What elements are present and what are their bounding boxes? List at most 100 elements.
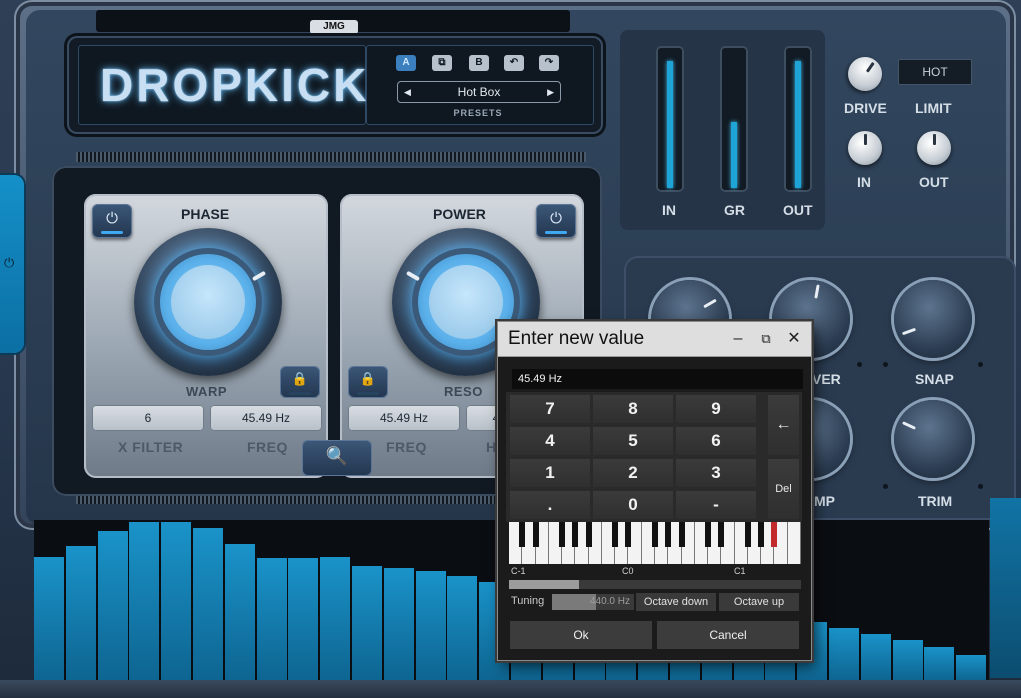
spectrum-bar — [415, 571, 446, 680]
key-5[interactable]: 5 — [593, 427, 673, 455]
spectrum-bar — [34, 557, 64, 680]
piano-black-key[interactable] — [559, 522, 566, 547]
piano-black-key[interactable] — [758, 522, 765, 547]
meter-out-label: OUT — [783, 202, 813, 218]
side-power-tab[interactable]: ⏻ — [0, 175, 24, 353]
redo-button[interactable]: ↷ — [539, 55, 559, 71]
left-freq-label: FREQ — [247, 439, 288, 455]
piano-black-key[interactable] — [771, 522, 778, 547]
preset-selector[interactable]: ◀ Hot Box ▶ — [397, 81, 561, 103]
tuning-value: 440.0 Hz — [589, 596, 630, 607]
bottom-rail — [0, 680, 1021, 698]
power-module-power-button[interactable]: ⏻ — [536, 204, 576, 238]
warp-label: WARP — [186, 384, 227, 399]
key-8[interactable]: 8 — [593, 395, 673, 423]
spectrum-bar — [383, 568, 414, 680]
power-title: POWER — [433, 206, 486, 222]
snap-knob[interactable] — [894, 280, 972, 358]
spectrum-bar — [256, 558, 287, 680]
preset-a-button[interactable]: A — [396, 55, 416, 71]
knob-dot — [978, 362, 983, 367]
key-1[interactable]: 1 — [510, 459, 590, 487]
piano-black-key[interactable] — [744, 522, 751, 547]
octave-label-c1: C1 — [734, 566, 746, 576]
dialog-title: Enter new value — [508, 328, 645, 349]
minimize-icon[interactable]: ‒ — [728, 328, 748, 350]
prev-preset-icon[interactable]: ◀ — [404, 82, 411, 102]
piano-black-key[interactable] — [585, 522, 592, 547]
next-preset-icon[interactable]: ▶ — [547, 82, 554, 102]
search-button[interactable]: 🔍 — [302, 440, 372, 476]
in-knob[interactable] — [848, 131, 882, 165]
del-button[interactable]: Del — [768, 459, 799, 519]
x-filter-value[interactable]: 6 — [92, 405, 204, 431]
key-dot[interactable]: . — [510, 491, 590, 519]
octave-down-button[interactable]: Octave down — [636, 593, 716, 611]
meter-gr-label: GR — [724, 202, 745, 218]
key-7[interactable]: 7 — [510, 395, 590, 423]
key-3[interactable]: 3 — [676, 459, 756, 487]
key-9[interactable]: 9 — [676, 395, 756, 423]
meter-out-fill — [795, 61, 801, 188]
value-input[interactable] — [512, 369, 803, 389]
right-edge-tab — [990, 498, 1021, 678]
lock-button-right[interactable]: 🔒 — [348, 366, 388, 398]
piano-black-key[interactable] — [572, 522, 579, 547]
restore-icon[interactable]: ⧉ — [756, 328, 776, 350]
piano-black-key[interactable] — [705, 522, 712, 547]
limit-mode-selector[interactable]: HOT — [898, 59, 972, 85]
knob-dot — [883, 484, 888, 489]
meter-gr — [720, 46, 748, 192]
close-icon[interactable]: ✕ — [784, 328, 804, 350]
piano-black-key[interactable] — [625, 522, 632, 547]
key-minus[interactable]: - — [676, 491, 756, 519]
piano-black-key[interactable] — [678, 522, 685, 547]
tuning-field[interactable]: 440.0 Hz — [552, 594, 634, 610]
key-2[interactable]: 2 — [593, 459, 673, 487]
phase-power-button[interactable]: ⏻ — [92, 204, 132, 238]
spectrum-bar — [320, 557, 351, 680]
piano-black-key[interactable] — [612, 522, 619, 547]
meter-out — [784, 46, 812, 192]
piano-black-key[interactable] — [519, 522, 526, 547]
out-knob[interactable] — [917, 131, 951, 165]
piano-black-key[interactable] — [718, 522, 725, 547]
ok-button[interactable]: Ok — [510, 621, 652, 649]
octave-label-c-1: C-1 — [511, 566, 526, 576]
piano-black-key[interactable] — [652, 522, 658, 547]
piano-keyboard[interactable] — [509, 522, 801, 564]
piano-black-key[interactable] — [532, 522, 539, 547]
power-icon: ⏻ — [550, 210, 562, 227]
preset-b-button[interactable]: B — [469, 55, 489, 71]
spectrum-bar — [129, 522, 160, 680]
right-freq-value[interactable]: 45.49 Hz — [348, 405, 460, 431]
spectrum-bar — [860, 634, 891, 680]
knob-dot — [883, 362, 888, 367]
octave-up-button[interactable]: Octave up — [719, 593, 799, 611]
snap-label: SNAP — [915, 371, 954, 387]
presets-label: PRESETS — [453, 108, 503, 118]
out-label: OUT — [919, 174, 949, 190]
backspace-icon[interactable]: ← — [768, 395, 799, 455]
keyboard-scroll-thumb[interactable] — [509, 580, 579, 589]
spectrum-bar — [224, 544, 255, 680]
phase-knob[interactable] — [134, 228, 282, 376]
left-freq-value[interactable]: 45.49 Hz — [210, 405, 322, 431]
key-4[interactable]: 4 — [510, 427, 590, 455]
phase-title: PHASE — [181, 206, 230, 222]
ver-label: VER — [812, 371, 841, 387]
vent-top — [76, 152, 586, 162]
piano-black-key[interactable] — [665, 522, 672, 547]
copy-preset-button[interactable]: ⧉ — [432, 55, 452, 71]
spectrum-bar — [447, 576, 478, 680]
piano-white-key[interactable] — [787, 522, 801, 564]
power-icon: ⏻ — [106, 210, 118, 227]
trim-knob[interactable] — [894, 400, 972, 478]
key-0[interactable]: 0 — [593, 491, 673, 519]
key-6[interactable]: 6 — [676, 427, 756, 455]
reso-label: RESO — [444, 384, 483, 399]
undo-button[interactable]: ↶ — [504, 55, 524, 71]
cancel-button[interactable]: Cancel — [657, 621, 799, 649]
lock-button-left[interactable]: 🔒 — [280, 366, 320, 398]
meter-in-label: IN — [662, 202, 676, 218]
